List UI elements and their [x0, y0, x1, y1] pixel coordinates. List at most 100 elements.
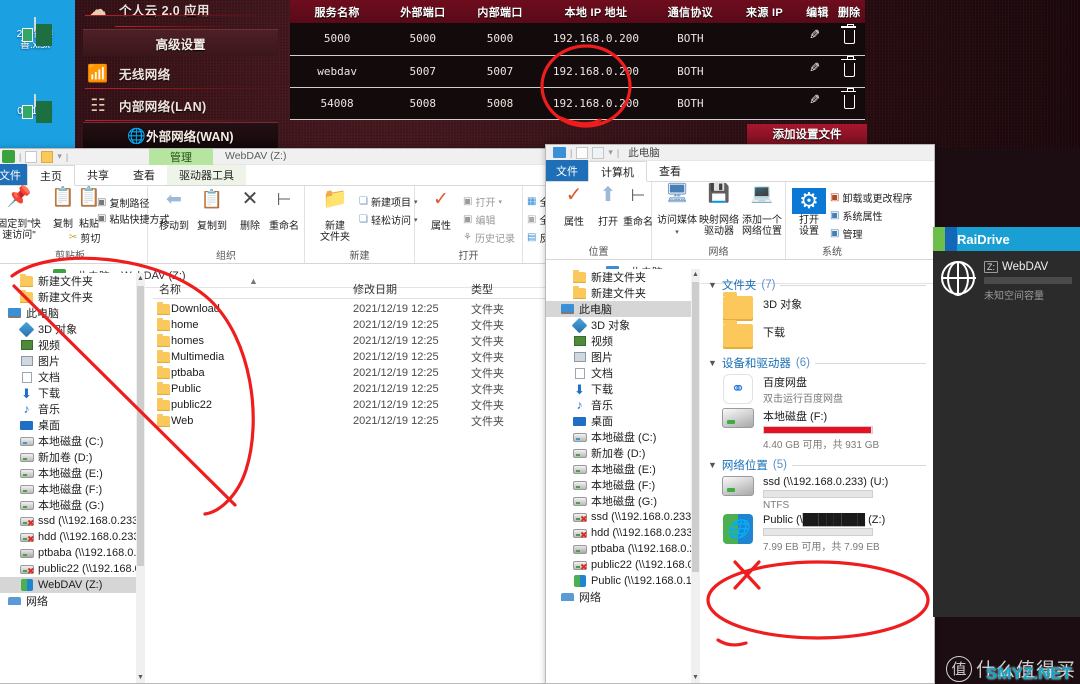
pencil-icon[interactable] [810, 63, 824, 77]
pencil-icon[interactable] [810, 30, 824, 44]
tab-file[interactable]: 文件 [546, 160, 588, 181]
column-header-date[interactable]: 修改日期 [353, 281, 397, 297]
copy-to-button[interactable]: 📋 复制到 [192, 190, 232, 232]
properties-button[interactable]: ✓ 属性 [421, 190, 461, 232]
nav-item[interactable]: 视频 [0, 337, 145, 353]
move-to-button[interactable]: ⬅ 移动到 [154, 190, 194, 232]
window1-column-headers[interactable]: 名称 ▲ 修改日期 类型 [153, 276, 559, 299]
tab-view[interactable]: 查看 [121, 165, 167, 185]
nav-item[interactable]: Public (\\192.168.0.100) ( [546, 573, 698, 589]
history-button[interactable]: ⚘ 历史记录 [463, 230, 515, 245]
system-properties-button[interactable]: ▣ 系统属性 [830, 208, 882, 223]
window1-file-list[interactable]: Download 2021/12/19 12:25 文件夹 home 2021/12/1… [153, 301, 553, 683]
tab-share[interactable]: 共享 [75, 165, 121, 185]
content-tile[interactable]: ssd (\\192.168.0.233) (U:) NTFS [720, 476, 934, 511]
content-group-header[interactable]: ▼ 设备和驱动器 (6) [708, 355, 934, 371]
scrollbar-thumb[interactable] [137, 286, 144, 566]
tab-drive-tools[interactable]: 驱动器工具 [167, 165, 246, 185]
nav-item[interactable]: ✖hdd (\\192.168.0.233) (V [0, 529, 145, 545]
access-media-button[interactable]: 🖥 访问媒体 ▾ [656, 184, 698, 238]
nav-item[interactable]: 本地磁盘 (F:) [546, 477, 698, 493]
open-settings-button[interactable]: ⚙ 打开 设置 [792, 188, 826, 237]
file-row[interactable]: public22 2021/12/19 12:25 文件夹 [153, 397, 553, 413]
nav-item[interactable]: 本地磁盘 (G:) [546, 493, 698, 509]
nav-item[interactable]: 本地磁盘 (C:) [546, 429, 698, 445]
column-header-type[interactable]: 类型 [471, 281, 493, 297]
cell-delete[interactable] [833, 23, 865, 56]
content-tile[interactable]: 下载 [720, 320, 934, 349]
nav-item[interactable]: 视频 [546, 333, 698, 349]
nav-item[interactable]: 新建文件夹 [546, 285, 698, 301]
scroll-down-arrow-icon[interactable]: ▼ [691, 672, 700, 683]
content-group-header[interactable]: ▼ 网络位置 (5) [708, 457, 934, 473]
edit-button[interactable]: ▣ 编辑 [463, 212, 495, 227]
desktop-icon-xlsx-2[interactable]: 0A 12月 [0, 94, 70, 117]
router-advanced-settings-button[interactable]: 高级设置 [83, 29, 278, 56]
nav-item[interactable]: 此电脑 [0, 305, 145, 321]
rename-button[interactable]: ⊢ 重命名 [264, 191, 304, 232]
trash-icon[interactable] [841, 88, 857, 109]
quick-access-folder-icon[interactable] [41, 150, 54, 163]
nav-item[interactable]: 图片 [546, 349, 698, 365]
file-row[interactable]: home 2021/12/19 12:25 文件夹 [153, 317, 553, 333]
chevron-down-icon[interactable]: ▾ [675, 229, 679, 236]
cell-edit[interactable] [801, 87, 834, 120]
quick-access-folder-icon[interactable] [592, 146, 605, 159]
scrollbar-thumb[interactable] [692, 282, 699, 572]
nav-item[interactable]: ✖hdd (\\192.168.0.233) (V [546, 525, 698, 541]
cut-button[interactable]: ✂ 剪切 [69, 230, 100, 245]
explorer-window-webdav[interactable]: | ▾ | 管理 WebDAV (Z:) 文件 主页 共享 查看 驱动器工具 📌… [0, 148, 560, 684]
contextual-tab-manage[interactable]: 管理 [149, 149, 213, 165]
nav-item[interactable]: 本地磁盘 (E:) [0, 465, 145, 481]
nav-item[interactable]: ✖public22 (\\192.168.0.20( [546, 557, 698, 573]
file-row[interactable]: ptbaba 2021/12/19 12:25 文件夹 [153, 365, 553, 381]
window2-titlebar[interactable]: | ▾ | 此电脑 [546, 145, 934, 161]
window2-content-pane[interactable]: ▼ 文件夹 (7) 3D 对象 下载 ▼ 设备和驱动器 (6) ⚭ 百度网盘 双击运行百度网盘 本地磁… [702, 271, 934, 683]
raidrive-window[interactable]: RaiDrive Z: WebDAV 未知空间容量 [933, 227, 1080, 617]
window2-navigation-pane[interactable]: 新建文件夹 新建文件夹 此电脑 3D 对象 视频 图片 文档 ⬇ 下载 ♪ 音乐 桌面 本地磁盘 (C:… [546, 269, 698, 683]
nav-item[interactable]: 网络 [546, 589, 698, 605]
tab-home[interactable]: 主页 [27, 165, 75, 186]
chevron-down-icon[interactable]: ▼ [708, 358, 717, 368]
window1-navigation-pane[interactable]: 新建文件夹 新建文件夹 此电脑 3D 对象 视频 图片 文档 ⬇ 下载 ♪ 音乐 桌面 本地磁盘 (C:… [0, 273, 145, 683]
nav-item[interactable]: ✖ssd (\\192.168.0.233) (U: [0, 513, 145, 529]
quick-access-check-icon[interactable] [576, 146, 589, 159]
raidrive-drive-item[interactable]: Z: WebDAV 未知空间容量 [933, 251, 1080, 312]
file-row[interactable]: Download 2021/12/19 12:25 文件夹 [153, 301, 553, 317]
nav-item[interactable]: ⬇ 下载 [546, 381, 698, 397]
nav-item[interactable]: 图片 [0, 353, 145, 369]
nav-item[interactable]: ⬇ 下载 [0, 385, 145, 401]
nav-item[interactable]: 本地磁盘 (F:) [0, 481, 145, 497]
window1-nav-scrollbar[interactable]: ▲ ▼ [136, 273, 145, 683]
nav-item[interactable]: 此电脑 [546, 301, 698, 317]
new-item-button[interactable]: ❏ 新建项目 ▾ [359, 194, 417, 209]
content-tile[interactable]: 本地磁盘 (F:) 4.40 GB 可用，共 931 GB [720, 408, 934, 451]
trash-icon[interactable] [841, 23, 857, 45]
col-ext-port[interactable]: 外部端口 [384, 0, 462, 23]
nav-item[interactable]: 本地磁盘 (E:) [546, 461, 698, 477]
add-config-file-button[interactable]: 添加设置文件 [747, 124, 867, 144]
content-tile[interactable]: 3D 对象 [720, 292, 934, 321]
nav-item[interactable]: 文档 [0, 369, 145, 385]
content-group-header[interactable]: ▼ 文件夹 (7) [708, 277, 934, 293]
column-header-name[interactable]: 名称 [159, 281, 181, 297]
file-row[interactable]: Public 2021/12/19 12:25 文件夹 [153, 381, 553, 397]
nav-item[interactable]: 新建文件夹 [0, 273, 145, 289]
pencil-icon[interactable] [810, 95, 824, 109]
nav-item[interactable]: 本地磁盘 (G:) [0, 497, 145, 513]
file-row[interactable]: Web 2021/12/19 12:25 文件夹 [153, 413, 553, 429]
nav-item[interactable]: 网络 [0, 593, 145, 609]
nav-item[interactable]: ♪ 音乐 [0, 401, 145, 417]
nav-item[interactable]: 桌面 [0, 417, 145, 433]
nav-item[interactable]: 3D 对象 [0, 321, 145, 337]
chevron-down-icon[interactable]: ▾ [498, 198, 502, 206]
new-folder-button[interactable]: 📁 新建 文件夹 [313, 189, 357, 243]
cell-edit[interactable] [801, 23, 834, 56]
tab-file[interactable]: 文件 [0, 164, 27, 185]
nav-item[interactable]: ✖public22 (\\192.168.0.20( [0, 561, 145, 577]
explorer-window-this-pc[interactable]: | ▾ | 此电脑 文件 计算机 查看 ✓ 属性 ⬆ 打开 ⊢ 重命名 位置 🖥… [545, 144, 935, 684]
open-button[interactable]: ▣ 打开 ▾ [463, 194, 502, 209]
add-network-location-button[interactable]: 💻 添加一个 网络位置 [740, 184, 784, 237]
router-menu-item-personal-cloud[interactable]: ☁ 个人云 2.0 应用 [83, 0, 278, 25]
window2-nav-scrollbar[interactable]: ▲ ▼ [691, 269, 700, 683]
